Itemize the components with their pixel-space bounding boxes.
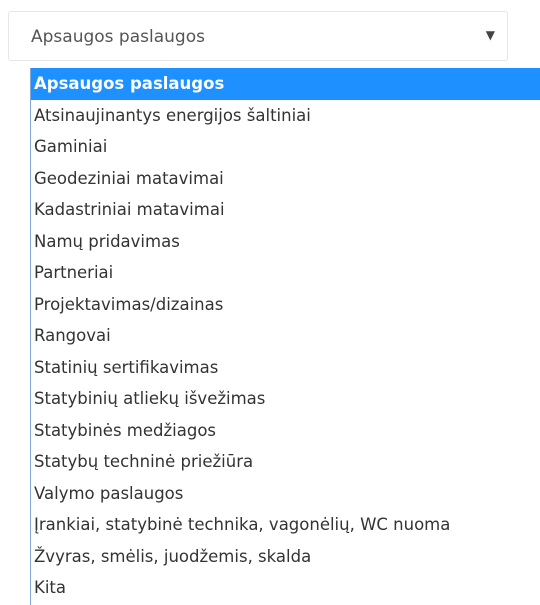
dropdown-option[interactable]: Statybinės medžiagos (31, 415, 540, 447)
dropdown-option[interactable]: Atsinaujinantys energijos šaltiniai (31, 100, 540, 132)
dropdown-arrow-icon[interactable]: ▼ (486, 12, 495, 58)
dropdown-option[interactable]: Statinių sertifikavimas (31, 352, 540, 384)
dropdown-option[interactable]: Įrankiai, statybinė technika, vagonėlių,… (31, 509, 540, 541)
dropdown-options-list: Apsaugos paslaugos Atsinaujinantys energ… (30, 68, 540, 605)
dropdown-option[interactable]: Valymo paslaugos (31, 478, 540, 510)
dropdown-option[interactable]: Namų pridavimas (31, 226, 540, 258)
dropdown-option[interactable]: Statybinių atliekų išvežimas (31, 383, 540, 415)
dropdown-option[interactable]: Statybų techninė priežiūra (31, 446, 540, 478)
dropdown-option[interactable]: Projektavimas/dizainas (31, 289, 540, 321)
dropdown-option[interactable]: Kadastriniai matavimai (31, 194, 540, 226)
dropdown-option-selected[interactable]: Apsaugos paslaugos (31, 68, 540, 100)
dropdown-option[interactable]: Rangovai (31, 320, 540, 352)
dropdown-option[interactable]: Geodeziniai matavimai (31, 163, 540, 195)
category-select[interactable]: Apsaugos paslaugos ▼ (8, 11, 508, 61)
dropdown-option[interactable]: Partneriai (31, 257, 540, 289)
dropdown-option[interactable]: Žvyras, smėlis, juodžemis, skalda (31, 541, 540, 573)
dropdown-option[interactable]: Kita (31, 572, 540, 604)
select-current-value: Apsaugos paslaugos (31, 27, 205, 47)
dropdown-option[interactable]: Gaminiai (31, 131, 540, 163)
